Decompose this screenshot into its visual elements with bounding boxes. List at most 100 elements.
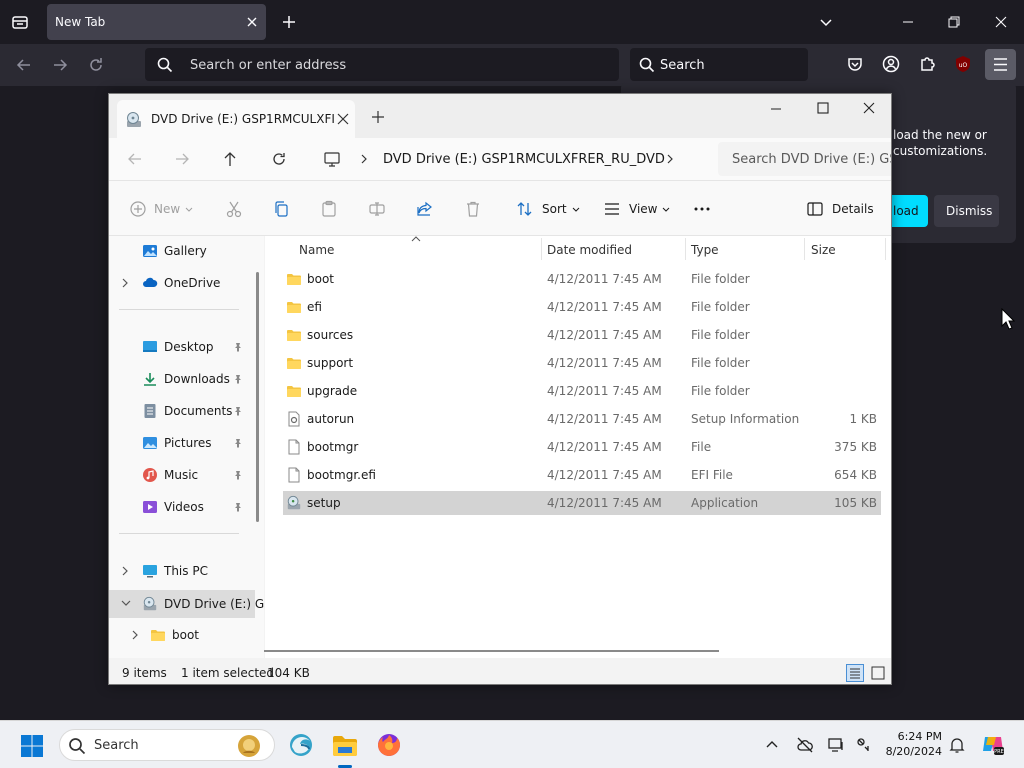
nav-item-documents[interactable]: Documents [109,398,255,424]
windows-start-icon[interactable] [20,734,44,758]
cut-icon[interactable] [225,199,243,219]
column-divider[interactable] [885,238,886,260]
pin-icon[interactable] [233,502,243,512]
file-row[interactable]: boot 4/12/2011 7:45 AM File folder [283,267,881,291]
file-explorer-taskbar-icon[interactable] [331,731,359,759]
dismiss-button[interactable]: Dismiss [934,195,999,227]
chevron-right-icon[interactable] [121,566,129,576]
close-icon[interactable] [337,113,349,125]
column-header-size[interactable]: Size [805,236,885,264]
explorer-search-input[interactable]: Search DVD Drive (E:) GSP [718,142,891,176]
nav-item-desktop[interactable]: Desktop [109,334,255,360]
up-arrow-icon[interactable] [221,150,239,168]
pin-icon[interactable] [233,342,243,352]
file-row[interactable]: autorun 4/12/2011 7:45 AM Setup Informat… [283,407,881,431]
taskbar-clock[interactable]: 6:24 PM 8/20/2024 [856,729,942,759]
horizontal-scrollbar[interactable] [264,650,719,652]
sort-button[interactable]: Sort [516,199,580,219]
new-tab-plus-icon[interactable] [280,13,298,31]
videos-icon [142,499,158,515]
minimize-icon[interactable] [898,12,918,32]
back-arrow-icon[interactable] [14,55,34,75]
chevron-right-icon[interactable] [665,153,675,165]
explorer-tab[interactable]: DVD Drive (E:) GSP1RMCULXFI [117,100,355,138]
close-window-icon[interactable] [862,101,876,115]
file-row[interactable]: support 4/12/2011 7:45 AM File folder [283,351,881,375]
forward-arrow-icon[interactable] [173,150,191,168]
delete-icon[interactable] [464,199,482,219]
copy-icon[interactable] [272,199,290,219]
back-arrow-icon[interactable] [126,150,144,168]
taskbar-search[interactable]: Search [59,729,275,761]
bell-icon[interactable] [948,736,966,754]
nav-item-onedrive[interactable]: OneDrive [109,270,255,296]
pin-icon[interactable] [233,438,243,448]
file-row[interactable]: bootmgr.efi 4/12/2011 7:45 AM EFI File 6… [283,463,881,487]
share-icon[interactable] [416,199,434,219]
address-bar[interactable]: Search or enter address [145,48,619,81]
selection-size: 104 KB [267,666,310,680]
copilot-icon[interactable]: PRE [980,731,1006,757]
column-header-date[interactable]: Date modified [542,236,685,264]
add-tab-plus-icon[interactable] [371,110,385,124]
column-header-name[interactable]: Name [265,236,541,264]
chevron-right-icon[interactable] [121,278,129,288]
chevron-up-icon[interactable] [763,736,781,754]
paste-icon[interactable] [320,199,338,219]
reload-icon[interactable] [86,55,106,75]
details-button[interactable]: Details [806,199,874,219]
taskbar-search-placeholder: Search [94,738,139,753]
account-icon[interactable] [882,55,902,75]
forward-arrow-icon[interactable] [50,55,70,75]
extensions-icon[interactable] [918,55,938,75]
refresh-icon[interactable] [270,150,288,168]
nav-scrollbar[interactable] [256,272,259,522]
column-header-type[interactable]: Type [686,236,804,264]
file-row[interactable]: efi 4/12/2011 7:45 AM File folder [283,295,881,319]
minimize-icon[interactable] [769,102,783,116]
breadcrumb[interactable]: DVD Drive (E:) GSP1RMCULXFRER_RU_DVD [315,142,712,176]
file-row[interactable]: upgrade 4/12/2011 7:45 AM File folder [283,379,881,403]
ublock-icon[interactable]: uO [954,55,974,75]
firefox-view-icon[interactable] [8,10,32,34]
more-options-icon[interactable] [693,199,711,219]
nav-item-gallery[interactable]: Gallery [109,238,255,264]
view-button[interactable]: View [603,199,670,219]
nav-item-music[interactable]: Music [109,462,255,488]
display-icon[interactable] [827,736,845,754]
pin-icon[interactable] [233,470,243,480]
restore-icon[interactable] [944,12,964,32]
chevron-down-icon[interactable] [121,599,131,609]
nav-item-dvd-drive[interactable]: DVD Drive (E:) G [109,590,264,618]
nav-item-boot[interactable]: boot [109,622,255,648]
nav-item-pictures[interactable]: Pictures [109,430,255,456]
hamburger-menu-button[interactable] [985,49,1016,80]
search-highlight-icon[interactable] [236,733,262,759]
file-row[interactable]: sources 4/12/2011 7:45 AM File folder [283,323,881,347]
firefox-icon[interactable] [375,731,403,759]
chevron-down-icon[interactable] [818,14,834,30]
details-view-icon[interactable] [846,664,864,682]
file-row-selected[interactable]: setup 4/12/2011 7:45 AM Application 105 … [283,491,881,515]
close-icon[interactable] [245,15,259,29]
close-window-icon[interactable] [991,12,1011,32]
nav-item-videos[interactable]: Videos [109,494,255,520]
nav-item-downloads[interactable]: Downloads [109,366,255,392]
nav-item-this-pc[interactable]: This PC [109,558,255,584]
edge-browser-icon[interactable] [287,731,315,759]
pocket-icon[interactable] [846,55,866,75]
pin-icon[interactable] [233,374,243,384]
breadcrumb-path[interactable]: DVD Drive (E:) GSP1RMCULXFRER_RU_DVD [383,152,665,167]
file-row[interactable]: bootmgr 4/12/2011 7:45 AM File 375 KB [283,435,881,459]
cloud-offline-icon[interactable] [796,736,814,754]
maximize-icon[interactable] [816,101,830,115]
rename-icon[interactable] [368,199,386,219]
browser-tab-new-tab[interactable]: New Tab [47,4,266,40]
new-button[interactable]: New [129,199,193,219]
chevron-right-icon[interactable] [131,630,139,640]
browser-search-bar[interactable]: Search [630,48,808,81]
chevron-right-icon[interactable] [359,153,369,165]
tiles-view-icon[interactable] [869,664,887,682]
search-icon [68,737,86,755]
pin-icon[interactable] [233,406,243,416]
